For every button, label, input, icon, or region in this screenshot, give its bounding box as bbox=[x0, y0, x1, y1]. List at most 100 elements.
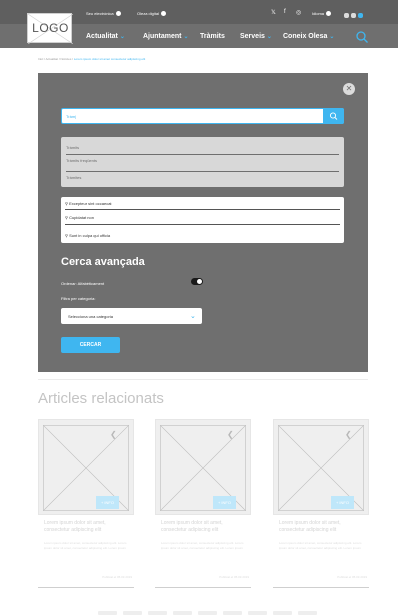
suggestion-item[interactable]: ⚲ Cupidatat non bbox=[65, 215, 94, 220]
utility-link-label: Oleza digital bbox=[137, 11, 160, 16]
search-submit-button[interactable] bbox=[323, 108, 344, 124]
user-icon bbox=[326, 11, 332, 17]
suggestions-list: ⚲ Excepteur sint occaecat ⚲ Cupidatat no… bbox=[61, 197, 344, 243]
pagination-item[interactable] bbox=[248, 611, 267, 615]
instagram-icon[interactable]: ◎ bbox=[296, 9, 301, 16]
article-card[interactable]: ❮ + INFO Lorem ipsum dolor sit amet, con… bbox=[155, 419, 251, 589]
card-image bbox=[155, 419, 251, 515]
breadcrumb-current: Lorem ipsum dolor sit amet consectetur a… bbox=[73, 57, 146, 61]
card-title: Lorem ipsum dolor sit amet, consectetur … bbox=[279, 520, 341, 533]
nav-item-label: Tràmits bbox=[200, 33, 225, 40]
nav-item-coneix-olesa[interactable]: Coneix Olesa ⌄ bbox=[283, 33, 334, 40]
category-select-value: Selecciona una categoria bbox=[68, 314, 113, 319]
card-date: Publicat el 05.03.2019 bbox=[337, 575, 367, 579]
card-excerpt: Lorem ipsum dolor sit amet, consectetur … bbox=[279, 541, 362, 551]
quick-link[interactable]: Tràmits bbox=[66, 145, 79, 150]
nav-item-label: Coneix Olesa bbox=[283, 33, 328, 40]
info-tag[interactable]: + INFO bbox=[96, 496, 119, 509]
sort-alphabetical-label: Ordenar: Alfabèticament bbox=[61, 281, 105, 286]
info-tag[interactable]: + INFO bbox=[331, 496, 354, 509]
quick-link[interactable]: Tràmits freqüents bbox=[66, 158, 97, 163]
divider bbox=[38, 587, 134, 588]
chevron-down-icon: ⌄ bbox=[119, 34, 125, 40]
card-date: Publicat el 05.03.2019 bbox=[102, 575, 132, 579]
divider bbox=[65, 224, 340, 225]
utility-link-label: Seu electrònica bbox=[86, 11, 114, 16]
language-ca[interactable] bbox=[344, 13, 349, 18]
card-excerpt: Lorem ipsum dolor sit amet, consectetur … bbox=[161, 541, 244, 551]
quick-link[interactable]: Tràmites bbox=[66, 175, 81, 180]
article-card[interactable]: ❮ + INFO Lorem ipsum dolor sit amet, con… bbox=[273, 419, 369, 589]
sort-alphabetical-toggle[interactable] bbox=[191, 278, 203, 285]
divider bbox=[66, 171, 339, 172]
card-excerpt: Lorem ipsum dolor sit amet, consectetur … bbox=[44, 541, 127, 551]
facebook-icon[interactable]: f bbox=[284, 9, 286, 15]
search-icon[interactable] bbox=[355, 30, 369, 44]
related-articles-title: Articles relacionats bbox=[38, 390, 164, 407]
share-icon[interactable]: ❮ bbox=[227, 430, 234, 439]
close-icon[interactable]: ✕ bbox=[343, 83, 355, 95]
globe-icon bbox=[161, 11, 167, 17]
pagination-item[interactable] bbox=[123, 611, 142, 615]
chevron-down-icon: ⌄ bbox=[183, 34, 189, 40]
pagination-item[interactable] bbox=[223, 611, 242, 615]
divider bbox=[66, 154, 339, 155]
suggestion-label: Cupidatat non bbox=[69, 215, 94, 220]
twitter-icon[interactable]: 𝕏 bbox=[271, 9, 276, 16]
chevron-down-icon: ⌄ bbox=[190, 313, 196, 320]
language-es[interactable] bbox=[351, 13, 356, 18]
account-label: Idioma bbox=[312, 11, 325, 16]
advanced-search-title: Cerca avançada bbox=[61, 256, 145, 268]
toggle-knob bbox=[197, 279, 202, 284]
category-select[interactable]: Selecciona una categoria ⌄ bbox=[61, 308, 202, 324]
utility-link-oleza-digital[interactable]: Oleza digital bbox=[137, 11, 167, 17]
info-tag[interactable]: + INFO bbox=[213, 496, 236, 509]
search-icon: ⚲ bbox=[65, 215, 68, 220]
divider bbox=[155, 587, 251, 588]
breadcrumb-path[interactable]: Inici / Actualitat / Notícies / bbox=[38, 57, 73, 61]
nav-item-label: Ajuntament bbox=[143, 33, 182, 40]
pagination-item[interactable] bbox=[198, 611, 217, 615]
nav-item-serveis[interactable]: Serveis ⌄ bbox=[240, 33, 272, 40]
article-card[interactable]: ❮ + INFO Lorem ipsum dolor sit amet, con… bbox=[38, 419, 134, 589]
pagination-item[interactable] bbox=[273, 611, 292, 615]
nav-item-label: Actualitat bbox=[86, 33, 118, 40]
search-icon: ⚲ bbox=[65, 233, 68, 238]
suggestion-label: Sunt in culpa qui officia bbox=[69, 233, 111, 238]
logo-text: LOGO bbox=[32, 21, 69, 35]
share-icon[interactable]: ❮ bbox=[110, 430, 117, 439]
search-button[interactable]: CERCAR bbox=[61, 337, 120, 353]
chevron-down-icon: ⌄ bbox=[329, 34, 335, 40]
site-logo[interactable]: LOGO bbox=[27, 13, 73, 44]
category-filter-label: Filtra per categoria: bbox=[61, 296, 96, 301]
nav-item-actualitat[interactable]: Actualitat ⌄ bbox=[86, 33, 125, 40]
nav-item-ajuntament[interactable]: Ajuntament ⌄ bbox=[143, 33, 189, 40]
pagination-item[interactable] bbox=[148, 611, 167, 615]
globe-icon bbox=[115, 11, 121, 17]
divider bbox=[65, 209, 340, 210]
suggestion-item[interactable]: ⚲ Sunt in culpa qui officia bbox=[65, 233, 110, 238]
card-image bbox=[38, 419, 134, 515]
breadcrumb: Inici / Actualitat / Notícies / Lorem ip… bbox=[38, 57, 145, 61]
card-date: Publicat el 05.03.2019 bbox=[219, 575, 249, 579]
search-input[interactable] bbox=[66, 111, 316, 122]
card-image bbox=[273, 419, 369, 515]
nav-item-tramits[interactable]: Tràmits bbox=[200, 33, 225, 40]
pagination-item[interactable] bbox=[173, 611, 192, 615]
utility-link-seu[interactable]: Seu electrònica bbox=[86, 11, 121, 17]
quick-links-panel: Tràmits Tràmits freqüents Tràmites bbox=[61, 137, 344, 187]
card-title: Lorem ipsum dolor sit amet, consectetur … bbox=[44, 520, 106, 533]
card-title: Lorem ipsum dolor sit amet, consectetur … bbox=[161, 520, 223, 533]
chevron-down-icon: ⌄ bbox=[266, 34, 272, 40]
nav-item-label: Serveis bbox=[240, 33, 265, 40]
search-icon: ⚲ bbox=[65, 201, 68, 206]
suggestion-item[interactable]: ⚲ Excepteur sint occaecat bbox=[65, 201, 112, 206]
account-link[interactable]: Idioma bbox=[312, 11, 332, 17]
search-field[interactable] bbox=[61, 108, 344, 124]
language-en[interactable] bbox=[358, 13, 363, 18]
pagination-item[interactable] bbox=[298, 611, 317, 615]
search-icon bbox=[329, 112, 338, 120]
pagination-item[interactable] bbox=[98, 611, 117, 615]
suggestion-label: Excepteur sint occaecat bbox=[69, 201, 112, 206]
share-icon[interactable]: ❮ bbox=[345, 430, 352, 439]
